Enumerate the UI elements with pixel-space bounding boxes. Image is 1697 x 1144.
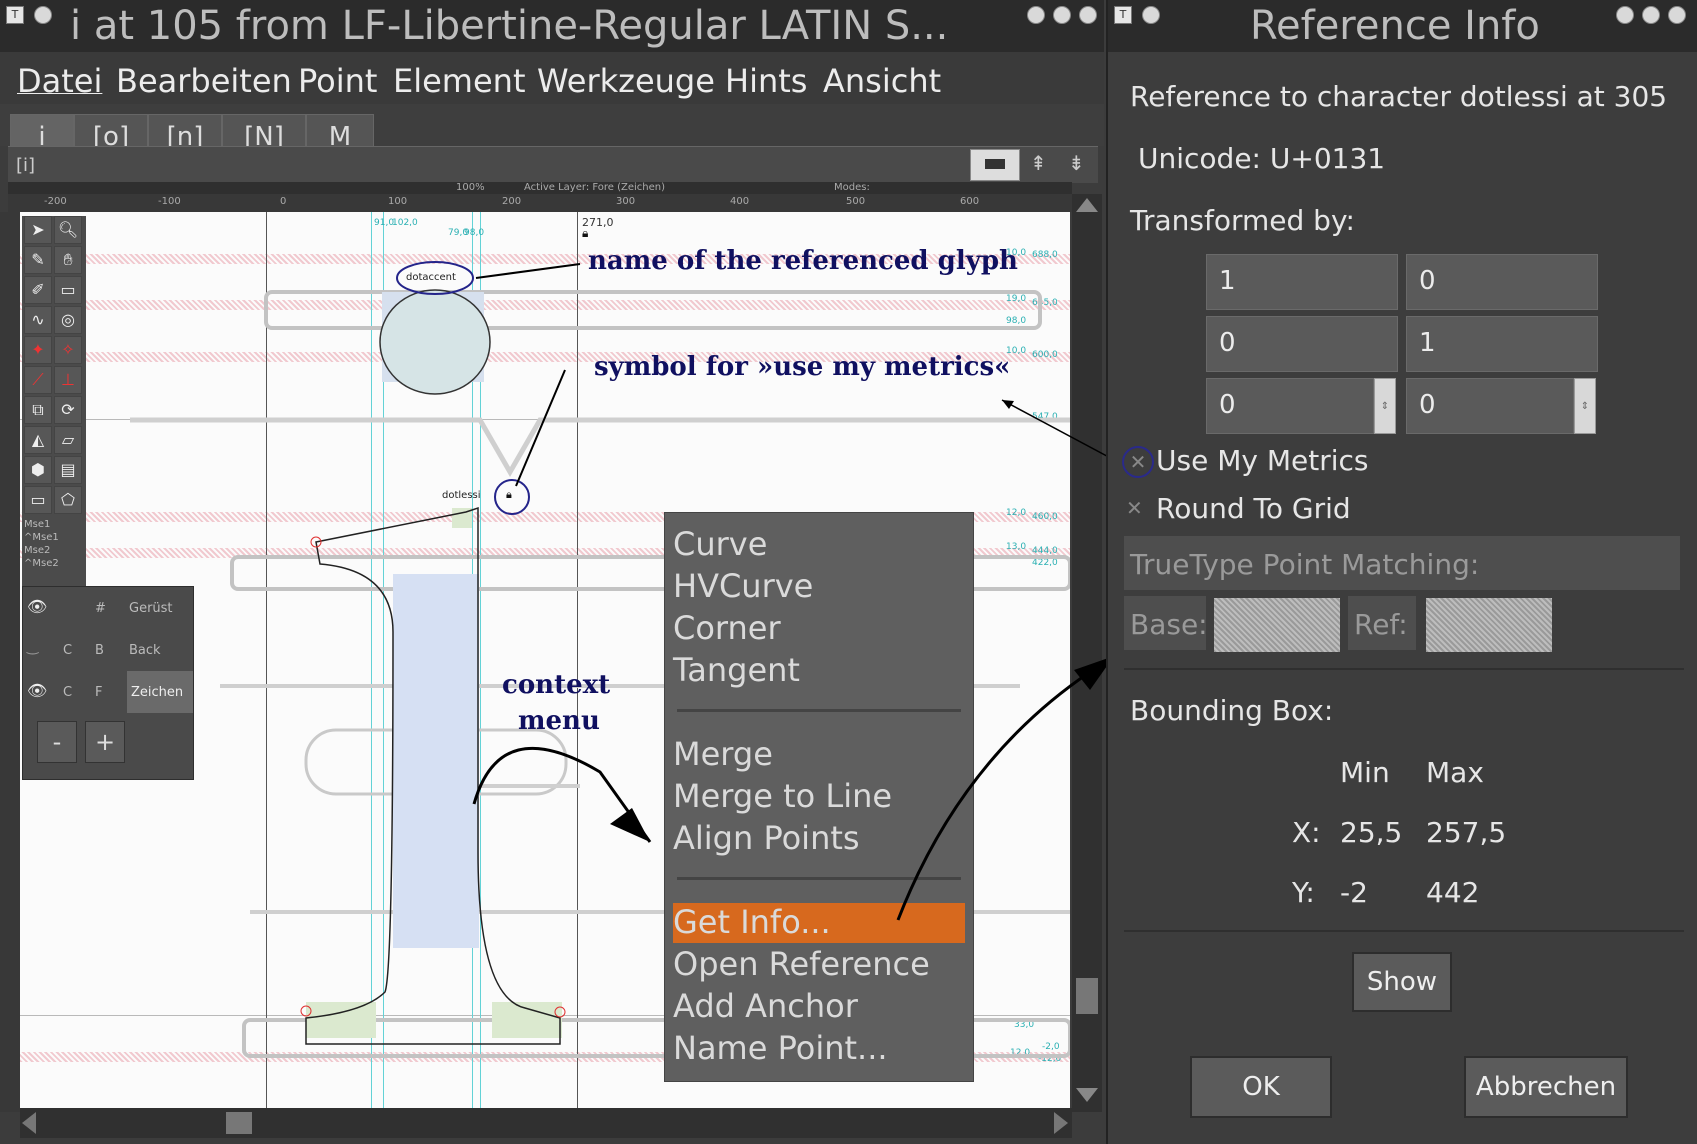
matrix-c-field[interactable]: 0 [1206,316,1398,372]
base-label-box: Base: [1124,596,1208,650]
dialog-app-icon: T [1114,6,1132,24]
round-to-grid-label[interactable]: Round To Grid [1156,492,1351,525]
matrix-a-field[interactable]: 1 [1206,254,1398,310]
divider [1124,930,1684,932]
dialog-title: Reference Info [1250,3,1540,49]
matrix-b-field[interactable]: 0 [1406,254,1598,310]
reference-info-dialog: T Reference Info Reference to character … [1106,0,1697,1144]
offset-x-field[interactable]: 0 [1206,378,1374,434]
use-my-metrics-checkbox[interactable]: ✕ [1122,446,1154,478]
offset-y-spinner[interactable]: ⇕ [1574,378,1596,434]
transformed-by-label: Transformed by: [1130,204,1355,237]
ref-point-field [1426,598,1552,652]
round-to-grid-checkbox[interactable]: ✕ [1126,496,1143,520]
dialog-menu-button[interactable] [1142,6,1160,24]
dialog-titlebar: T Reference Info [1108,0,1697,52]
dialog-maximize-button[interactable] [1642,6,1660,24]
unicode-value: Unicode: U+0131 [1138,142,1386,175]
ref-label-box: Ref: [1348,596,1416,650]
bounding-box-label: Bounding Box: [1130,694,1334,727]
reference-description: Reference to character dotlessi at 305 [1130,80,1668,113]
bbox-min-header: Min [1340,756,1390,789]
bbox-y-label: Y: [1292,876,1315,909]
bbox-y-min: -2 [1340,876,1368,909]
dialog-minimize-button[interactable] [1616,6,1634,24]
base-label: Base: [1130,608,1208,641]
dialog-close-button[interactable] [1668,6,1686,24]
bbox-x-min: 25,5 [1340,816,1403,849]
ok-button[interactable]: OK [1190,1056,1332,1118]
show-button[interactable]: Show [1352,952,1452,1012]
bbox-max-header: Max [1426,756,1484,789]
offset-x-spinner[interactable]: ⇕ [1374,378,1396,434]
base-point-field [1214,598,1340,652]
offset-y-field[interactable]: 0 [1406,378,1574,434]
matrix-d-field[interactable]: 1 [1406,316,1598,372]
cancel-button[interactable]: Abbrechen [1464,1056,1628,1118]
ref-label: Ref: [1354,608,1408,641]
divider [1124,668,1684,670]
bbox-x-label: X: [1292,816,1321,849]
truetype-matching-label: TrueType Point Matching: [1130,548,1480,581]
bbox-x-max: 257,5 [1426,816,1507,849]
truetype-matching-header: TrueType Point Matching: [1124,536,1680,590]
use-my-metrics-label[interactable]: Use My Metrics [1156,444,1368,477]
bbox-y-max: 442 [1426,876,1480,909]
